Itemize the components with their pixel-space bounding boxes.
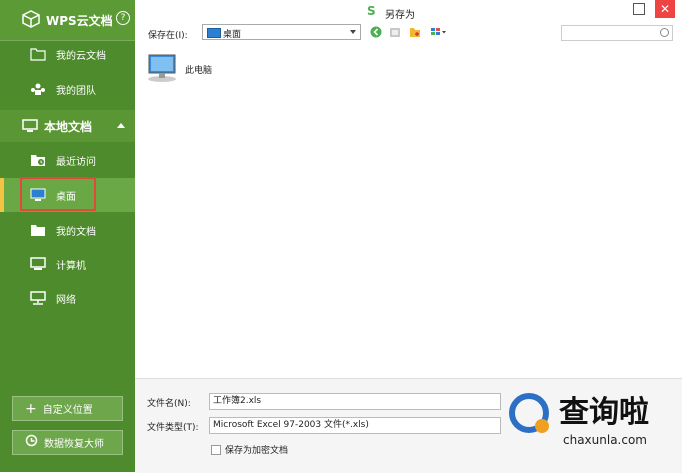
title-bar: S 另存为 ✕ — [135, 0, 682, 22]
watermark: 查询啦 chaxunla.com — [505, 385, 675, 455]
sidebar-item-label: 我的云文档 — [56, 50, 106, 62]
file-list[interactable]: 此电脑 — [135, 46, 682, 378]
save-in-label: 保存在(I): — [148, 31, 188, 41]
custom-location-button[interactable]: + 自定义位置 — [12, 396, 123, 421]
data-recovery-button[interactable]: 数据恢复大师 — [12, 430, 123, 455]
caret-up-icon[interactable] — [117, 123, 125, 128]
close-button[interactable]: ✕ — [655, 0, 675, 18]
location-value: 桌面 — [223, 30, 242, 40]
sidebar-item-label: 我的文档 — [56, 226, 96, 238]
section-title: 本地文档 — [44, 119, 93, 134]
watermark-url: chaxunla.com — [563, 433, 647, 447]
back-icon[interactable] — [370, 26, 382, 38]
filetype-label: 文件类型(T): — [147, 423, 199, 433]
sidebar-item-my-cloud-docs[interactable]: 我的云文档 — [0, 37, 135, 71]
sidebar-item-recent[interactable]: 最近访问 — [0, 143, 135, 177]
up-folder-icon[interactable] — [389, 26, 401, 38]
help-icon[interactable]: ? — [116, 11, 130, 25]
search-icon — [660, 28, 669, 37]
folder-icon — [30, 223, 46, 237]
desktop-icon — [207, 28, 221, 38]
chevron-down-icon — [350, 30, 356, 34]
cube-logo-icon — [22, 10, 40, 28]
sidebar-item-network[interactable]: 网络 — [0, 281, 135, 315]
sidebar-item-my-documents[interactable]: 我的文档 — [0, 213, 135, 247]
desktop-highlight-annotation — [20, 177, 96, 211]
custom-location-label: 自定义位置 — [42, 405, 93, 416]
search-input[interactable] — [561, 25, 673, 41]
recovery-icon — [25, 434, 38, 451]
location-dropdown[interactable]: 桌面 — [202, 24, 361, 40]
plus-icon: + — [25, 400, 37, 417]
cloud-header[interactable]: WPS云文档 ? — [0, 0, 135, 41]
wps-logo-icon: S — [367, 4, 376, 18]
network-icon — [30, 291, 46, 305]
folder-icon — [30, 47, 46, 61]
sidebar-item-label: 网络 — [56, 294, 76, 306]
local-docs-section[interactable]: 本地文档 — [0, 110, 135, 142]
filetype-select[interactable]: Microsoft Excel 97-2003 文件(*.xls) — [209, 417, 501, 434]
filename-input[interactable]: 工作簿2.xls — [209, 393, 501, 410]
maximize-button[interactable] — [633, 3, 645, 15]
new-folder-icon[interactable] — [409, 26, 421, 38]
watermark-logo-icon — [509, 393, 549, 433]
location-toolbar: 保存在(I): 桌面 — [135, 22, 682, 46]
filename-label: 文件名(N): — [147, 399, 191, 409]
this-pc-icon — [148, 54, 176, 82]
sidebar-item-my-team[interactable]: 我的团队 — [0, 72, 135, 106]
brand-title: WPS云文档 — [46, 14, 113, 28]
sidebar: WPS云文档 ? 我的云文档 我的团队 本地文档 最近访问 桌面 我的文档 计算… — [0, 0, 135, 472]
team-icon — [30, 82, 46, 96]
sidebar-item-label: 我的团队 — [56, 85, 96, 97]
recent-folder-icon — [30, 153, 46, 167]
computer-icon — [30, 257, 46, 271]
active-indicator — [0, 178, 4, 212]
file-item-this-pc[interactable]: 此电脑 — [145, 54, 212, 84]
data-recovery-label: 数据恢复大师 — [44, 439, 104, 450]
monitor-icon — [22, 119, 38, 133]
sidebar-item-computer[interactable]: 计算机 — [0, 247, 135, 281]
sidebar-item-label: 计算机 — [56, 260, 86, 272]
encrypt-label: 保存为加密文档 — [225, 446, 289, 456]
sidebar-item-label: 最近访问 — [56, 156, 96, 168]
encrypt-checkbox[interactable]: 保存为加密文档 — [211, 443, 288, 456]
dialog-title: 另存为 — [385, 10, 415, 21]
watermark-title: 查询啦 — [559, 395, 649, 430]
file-name: 此电脑 — [185, 65, 213, 76]
checkbox-box — [211, 444, 221, 455]
view-menu-icon[interactable] — [430, 26, 448, 38]
